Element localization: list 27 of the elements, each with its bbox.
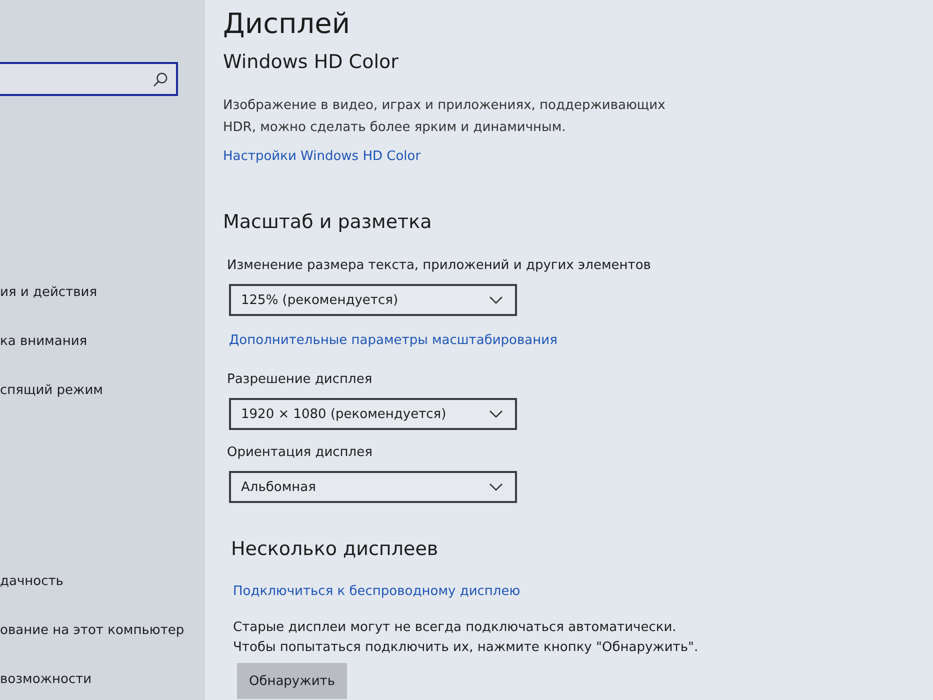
chevron-down-icon <box>489 296 503 304</box>
dropdown[interactable]: 125% (рекомендуется) <box>229 284 517 316</box>
search-field[interactable] <box>0 62 178 96</box>
section-heading: Windows HD Color <box>223 50 400 75</box>
sidebar-item[interactable]: возможности <box>0 655 96 700</box>
detect-button[interactable]: Обнаружить <box>237 663 347 699</box>
sidebar-item[interactable]: ование на этот компьютер <box>0 606 188 655</box>
chevron-down-icon <box>489 483 503 491</box>
dropdown[interactable]: Альбомная <box>229 471 517 503</box>
description-text: Изображение в видео, играх и приложениях, поддерживающих HDR, можно сделать более ярким и динамичным. <box>223 97 666 137</box>
section-heading: Несколько дисплеев <box>230 537 440 562</box>
sidebar-item[interactable]: спящий режим <box>0 366 107 415</box>
wireless-display-link[interactable]: Подключиться к беспроводному дисплею <box>233 584 520 599</box>
setting-label: Изменение размера текста, приложений и других элементов <box>226 257 651 275</box>
hd-color-settings-link[interactable]: Настройки Windows HD Color <box>223 149 421 164</box>
chevron-down-icon <box>489 410 503 418</box>
sidebar-item[interactable]: ка внимания <box>0 317 92 366</box>
sidebar-item[interactable]: дачность <box>0 557 68 606</box>
page-title: Дисплей <box>223 6 352 42</box>
sidebar-item[interactable]: ия и действия <box>0 268 102 317</box>
setting-label: Ориентация дисплея <box>226 444 372 462</box>
setting-label: Разрешение дисплея <box>226 371 372 389</box>
scaling-settings-link[interactable]: Дополнительные параметры масштабирования <box>229 333 558 348</box>
search-icon <box>153 72 168 86</box>
dropdown[interactable]: 1920 × 1080 (рекомендуется) <box>229 398 517 430</box>
section-heading: Масштаб и разметка <box>223 210 433 235</box>
description-text: Старые дисплеи могут не всегда подключаться автоматически. Чтобы попытаться подключить их, нажмите кнопку "Обнаружить". <box>233 619 698 657</box>
